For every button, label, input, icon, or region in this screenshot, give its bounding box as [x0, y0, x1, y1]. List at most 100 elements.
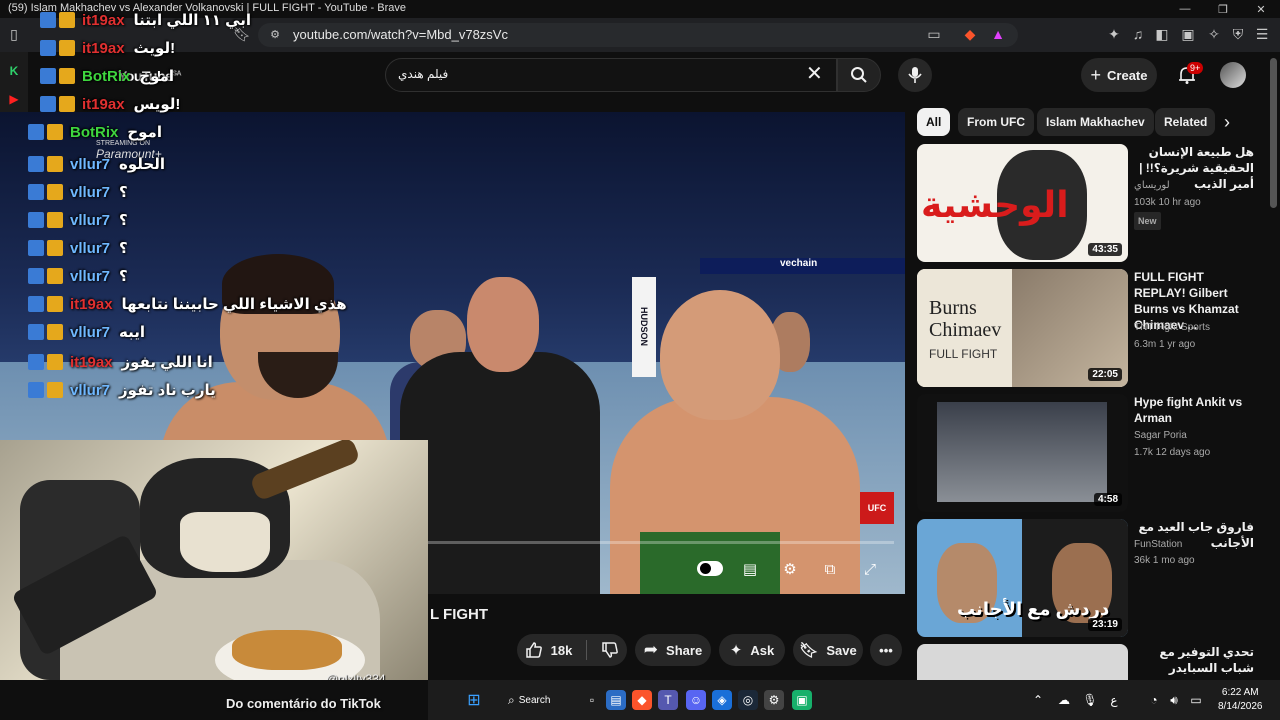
miniplayer-icon[interactable]: ⧉ — [817, 556, 843, 582]
plus-icon: + — [1090, 64, 1102, 85]
chat-username[interactable]: it19ax — [82, 40, 125, 57]
sub-badge-icon — [28, 268, 44, 284]
scrollbar-thumb[interactable] — [1270, 58, 1277, 208]
settings-taskbar-icon[interactable]: ⚙ — [764, 690, 784, 710]
taskbar-clock[interactable]: 6:22 AM 8/14/2026 — [1218, 686, 1263, 714]
tray-chevron-icon[interactable]: ⌃ — [1028, 690, 1048, 710]
avatar[interactable] — [1220, 62, 1246, 88]
rec-thumb-3[interactable]: 4:58 — [917, 394, 1128, 512]
volume-icon[interactable]: 🔊︎ — [1164, 690, 1184, 710]
chat-username[interactable]: vllur7 — [70, 382, 110, 399]
steam-icon[interactable]: ◎ — [738, 690, 758, 710]
site-info-icon[interactable]: ⚙ — [265, 24, 285, 44]
rec-thumb-2[interactable]: Burns Chimaev FULL FIGHT 22:05 — [917, 269, 1128, 387]
rec-thumb-5[interactable] — [917, 644, 1128, 680]
chat-username[interactable]: it19ax — [70, 296, 113, 313]
wifi-icon[interactable]: ◔ — [1144, 690, 1164, 710]
minimize-button[interactable]: — — [1166, 0, 1204, 18]
extensions-icon[interactable]: ✦ — [1104, 24, 1124, 44]
rec-channel-name-1: لوريساي — [1134, 180, 1170, 191]
app-icon-blue[interactable]: ◈ — [712, 690, 732, 710]
brave-shields-icon[interactable]: ◆ — [960, 24, 980, 44]
rec-channel-4[interactable]: FunStation — [1134, 537, 1264, 553]
chat-text: ؟ — [119, 184, 128, 201]
sidebar-panel-icon[interactable]: ◧ — [1152, 24, 1172, 44]
rec-channel-1[interactable]: لوريساي — [1134, 178, 1264, 194]
chat-username[interactable]: it19ax — [82, 96, 125, 113]
rec-thumb-1[interactable]: الوحشية 43:35 — [917, 144, 1128, 262]
tray-mic-icon[interactable]: 🎙︎ — [1080, 690, 1100, 710]
chat-username[interactable]: vllur7 — [70, 240, 110, 257]
maximize-button[interactable]: ❐ — [1204, 0, 1242, 18]
settings-gear-icon[interactable]: ⚙ — [777, 556, 803, 582]
taskbar-search-icon: ⌕ — [508, 692, 515, 707]
keyboard-language[interactable]: ع — [1104, 690, 1124, 710]
chat-username[interactable]: BotRix — [70, 124, 118, 141]
youtube-sidebar-icon[interactable]: ▶ — [5, 90, 23, 108]
fullscreen-icon[interactable]: ⤢ — [857, 556, 883, 582]
sidebar-toggle-icon[interactable]: ▯ — [4, 24, 24, 44]
battery-icon[interactable]: ▭ — [1186, 690, 1206, 710]
brave-taskbar-icon[interactable]: ◆ — [632, 690, 652, 710]
sub-badge-icon — [40, 40, 56, 56]
search-input[interactable]: فيلم هندي — [398, 67, 448, 81]
rec-title-3[interactable]: Hype fight Ankit vs Arman — [1134, 394, 1254, 426]
more-actions-button[interactable]: ••• — [870, 634, 902, 666]
leo-icon[interactable]: ✧ — [1204, 24, 1224, 44]
save-button[interactable]: 🔖︎ Save — [793, 634, 863, 666]
menu-icon[interactable]: ☰ — [1252, 24, 1272, 44]
search-box[interactable] — [385, 58, 837, 92]
windows-start-icon[interactable]: ⊞ — [464, 690, 484, 710]
rec-title-5[interactable]: تحدي التوفير مع شباب السبايدر — [1134, 644, 1254, 676]
tiktok-caption: Do comentário do TikTok — [226, 696, 381, 711]
ask-button[interactable]: ✦ Ask — [719, 634, 785, 666]
app-icon-green[interactable]: ▣ — [792, 690, 812, 710]
chat-username[interactable]: vllur7 — [70, 212, 110, 229]
chat-username[interactable]: vllur7 — [70, 156, 110, 173]
wallet-icon[interactable]: ▣ — [1178, 24, 1198, 44]
chip-from-ufc[interactable]: From UFC — [958, 108, 1034, 136]
crown-badge-icon — [47, 382, 63, 398]
create-button[interactable]: + Create — [1081, 58, 1157, 92]
task-view-icon[interactable]: ▫ — [582, 690, 602, 710]
chat-message: vllur7 يارب ناد تفوز — [28, 378, 216, 402]
file-explorer-icon[interactable]: ▤ — [606, 690, 626, 710]
rec-channel-2[interactable]: TNT Fight Sports — [1134, 320, 1264, 336]
url-text[interactable]: youtube.com/watch?v=Mbd_v78zsVc — [293, 27, 508, 42]
chip-islam-makhachev[interactable]: Islam Makhachev — [1037, 108, 1154, 136]
search-button[interactable] — [837, 58, 881, 92]
teams-icon[interactable]: T — [658, 690, 678, 710]
taskbar-search-label: Search — [518, 694, 551, 706]
chat-username[interactable]: vllur7 — [70, 324, 110, 341]
chat-username[interactable]: it19ax — [70, 354, 113, 371]
chat-username[interactable]: vllur7 — [70, 268, 110, 285]
crown-badge-icon — [47, 124, 63, 140]
like-button[interactable]: 18k — [525, 641, 573, 659]
close-window-button[interactable]: ✕ — [1242, 0, 1280, 18]
chat-username[interactable]: it19ax — [82, 12, 125, 29]
voice-search-button[interactable] — [898, 58, 932, 92]
media-icon[interactable]: ♫ — [1128, 24, 1148, 44]
kick-icon[interactable]: K — [5, 62, 23, 80]
autoplay-toggle[interactable] — [697, 561, 723, 576]
rec-thumb-4[interactable]: دردش مع الأجانب 23:19 — [917, 519, 1128, 637]
cast-icon[interactable]: ▭ — [924, 24, 944, 44]
share-button[interactable]: ➦ Share — [635, 634, 711, 666]
chat-username[interactable]: vllur7 — [70, 184, 110, 201]
chevron-right-icon[interactable]: › — [1224, 112, 1230, 133]
vpn-icon[interactable]: ⛨ — [1228, 24, 1248, 44]
chip-related[interactable]: Related — [1155, 108, 1215, 136]
tray-cloud-icon[interactable]: ☁ — [1054, 690, 1074, 710]
like-count: 18k — [550, 642, 573, 658]
taskbar-search[interactable]: ⌕ Search — [508, 690, 558, 710]
clear-search-icon[interactable]: ✕ — [806, 64, 823, 84]
chip-all[interactable]: All — [917, 108, 951, 136]
subtitles-icon[interactable]: ▤ — [737, 556, 763, 582]
sub-badge-icon — [28, 124, 44, 140]
video-progress-bar[interactable] — [428, 541, 894, 544]
thumbs-down-icon[interactable] — [601, 641, 619, 659]
brave-rewards-icon[interactable]: ▲ — [988, 24, 1008, 44]
discord-icon[interactable]: ☺ — [686, 690, 706, 710]
chat-username[interactable]: BotRix — [82, 68, 130, 85]
rec-channel-3[interactable]: Sagar Poria — [1134, 428, 1264, 444]
